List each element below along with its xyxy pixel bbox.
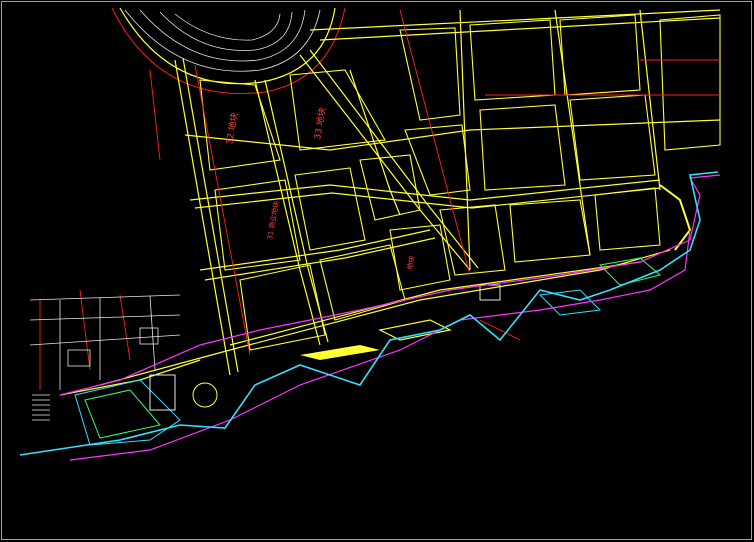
building-footprint [67, 349, 91, 367]
drawing-canvas[interactable]: 32 地块 33 地块 31 商业地块 地块 [0, 0, 754, 542]
cad-viewport[interactable]: 32 地块 33 地块 31 商业地块 地块 [0, 0, 754, 542]
left-district [29, 294, 181, 421]
plot-label-small: 地块 [405, 255, 416, 270]
shoreline [19, 171, 721, 461]
shoreline-inner-lower [69, 229, 691, 461]
hatch-pattern [32, 394, 50, 421]
building-footprint [139, 327, 159, 345]
city-blocks [199, 14, 721, 351]
plot-boundaries [39, 9, 720, 390]
plot-label-center: 31 商业地块 [265, 200, 281, 240]
plot-label-33: 33 地块 [311, 107, 328, 141]
